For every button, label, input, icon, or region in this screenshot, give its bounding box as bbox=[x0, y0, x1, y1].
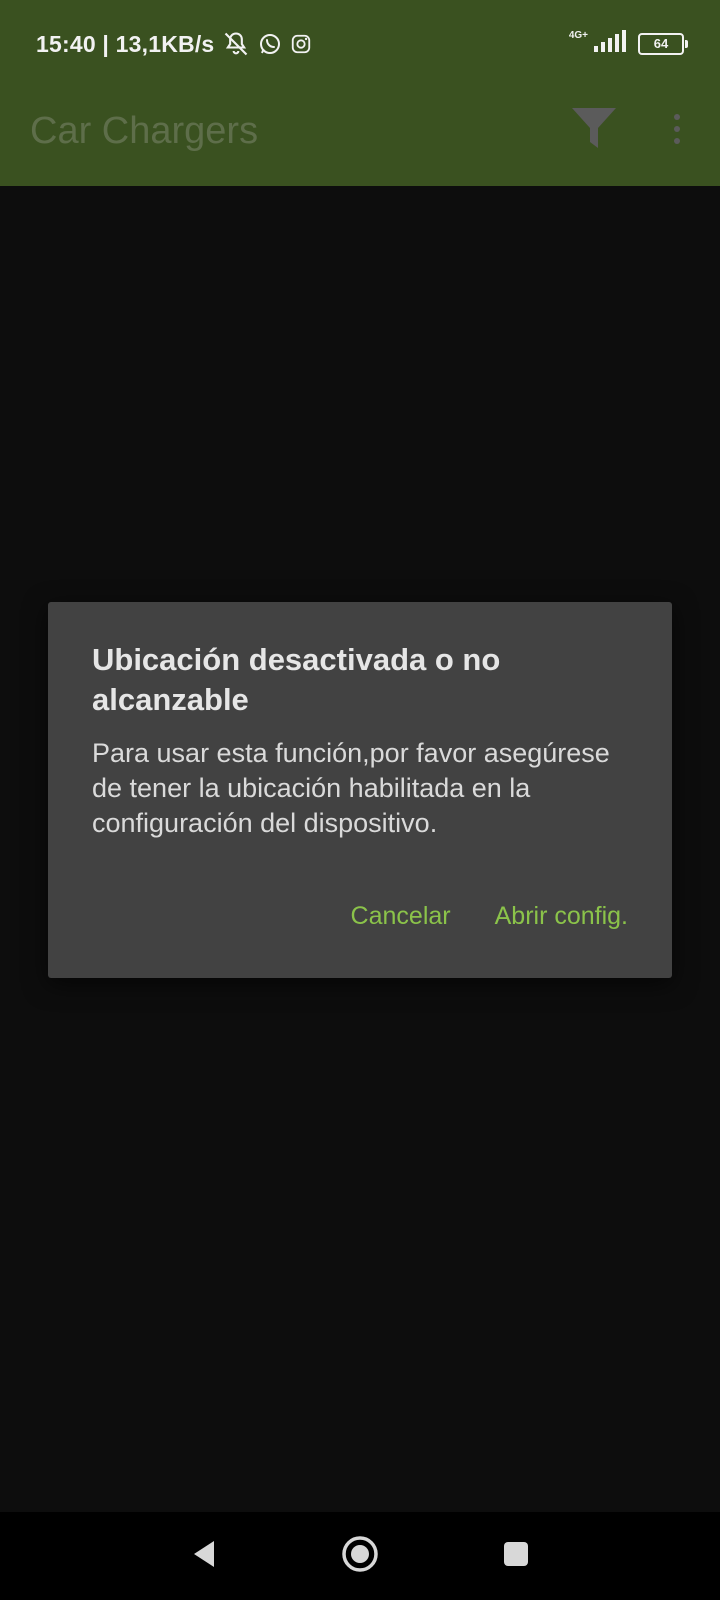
status-bar: 15:40 | 13,1KB/s 4G+ 64 bbox=[0, 0, 720, 90]
dialog-title: Ubicación desactivada o no alcanzable bbox=[92, 642, 501, 717]
recents-button[interactable] bbox=[492, 1532, 540, 1580]
network-type: 4G+ bbox=[568, 30, 588, 41]
battery-level: 64 bbox=[653, 36, 669, 51]
cancel-button[interactable]: Cancelar bbox=[351, 902, 451, 931]
filter-button[interactable] bbox=[568, 104, 620, 156]
status-left: 15:40 | 13,1KB/s bbox=[36, 30, 312, 58]
more-options-button[interactable] bbox=[662, 106, 692, 156]
navigation-bar bbox=[0, 1512, 720, 1600]
back-triangle-icon bbox=[190, 1539, 218, 1574]
filter-icon bbox=[570, 104, 618, 157]
recents-square-icon bbox=[502, 1540, 530, 1573]
status-time-speed: 15:40 | 13,1KB/s bbox=[36, 30, 215, 57]
signal-icon bbox=[592, 30, 628, 57]
more-vert-icon bbox=[672, 112, 682, 151]
location-disabled-dialog: Ubicación desactivada o no alcanzable Pa… bbox=[48, 602, 672, 978]
battery-icon: 64 bbox=[638, 32, 688, 55]
back-button[interactable] bbox=[180, 1532, 228, 1580]
status-right: 4G+ 64 bbox=[568, 30, 688, 57]
dialog-actions: Cancelar Abrir config. bbox=[351, 902, 628, 931]
app-title: Car Chargers bbox=[30, 110, 259, 152]
notifications-off-icon bbox=[222, 30, 250, 58]
whatsapp-icon bbox=[258, 32, 282, 56]
instagram-icon bbox=[290, 33, 312, 55]
home-button[interactable] bbox=[336, 1532, 384, 1580]
screen: 15:40 | 13,1KB/s 4G+ 64 Car Chargers Ubi… bbox=[0, 0, 720, 1600]
app-bar: Car Chargers bbox=[0, 90, 720, 186]
open-settings-button[interactable]: Abrir config. bbox=[495, 902, 628, 931]
home-circle-icon bbox=[341, 1535, 379, 1578]
dialog-message: Para usar esta función,por favor asegúre… bbox=[92, 738, 610, 838]
